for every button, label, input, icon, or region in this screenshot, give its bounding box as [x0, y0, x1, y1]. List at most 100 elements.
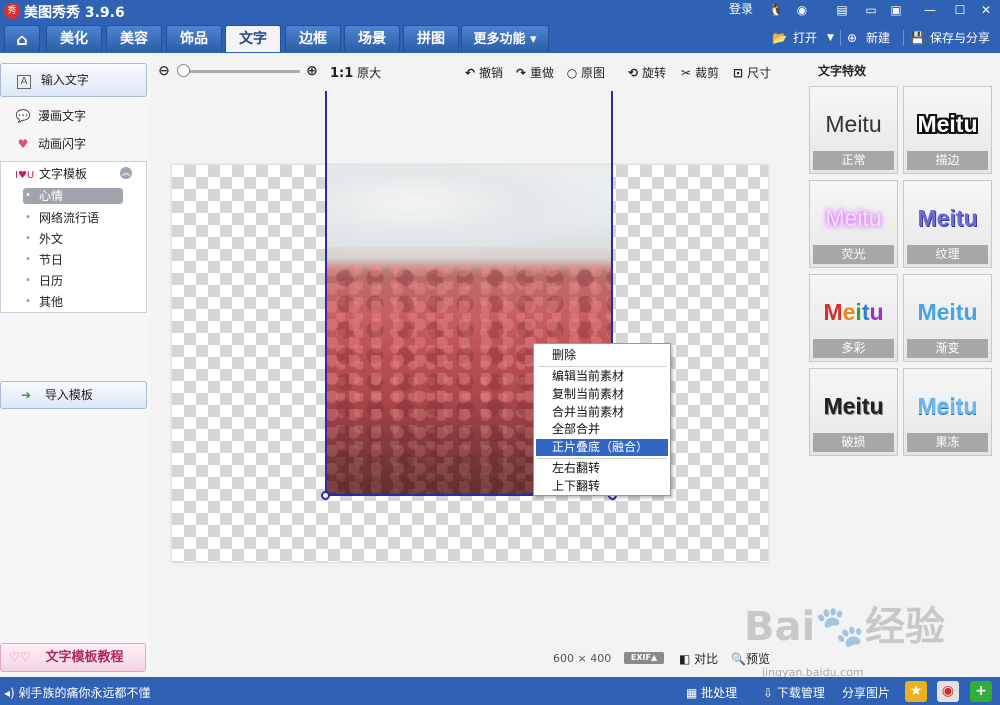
tab-home[interactable]: ⌂: [4, 25, 40, 52]
size-button[interactable]: ⊡ 尺寸: [730, 64, 771, 81]
effect-jelly[interactable]: Meitu 果冻: [903, 368, 992, 456]
maximize-button[interactable]: ☐: [947, 0, 973, 20]
resize-handle-bottom-left[interactable]: [321, 491, 330, 500]
menu-item-merge-material[interactable]: 合并当前素材: [536, 404, 668, 421]
new-button[interactable]: 新建: [866, 27, 890, 49]
effect-gradient[interactable]: Meitu 渐变: [903, 274, 992, 362]
tab-face[interactable]: 美容: [106, 25, 162, 52]
flash-heart-icon: ♥: [17, 137, 29, 151]
template-header-label: 文字模板: [39, 167, 88, 181]
effect-colorful[interactable]: Meitu 多彩: [809, 274, 898, 362]
text-template-tutorial-button[interactable]: ♡♡ 文字模板教程: [0, 643, 146, 672]
menu-item-copy-material[interactable]: 复制当前素材: [536, 386, 668, 403]
settings-icon[interactable]: ▣: [887, 1, 905, 19]
compare-button[interactable]: ◧ 对比: [679, 650, 718, 667]
tab-frames[interactable]: 边框: [285, 25, 341, 52]
login-link[interactable]: 登录: [729, 0, 753, 17]
effect-broken[interactable]: Meitu 破损: [809, 368, 898, 456]
input-text-button[interactable]: A 输入文字: [0, 63, 147, 97]
collapse-icon[interactable]: ︽: [120, 167, 132, 179]
effect-texture[interactable]: Meitu 纹理: [903, 180, 992, 268]
open-dropdown-icon[interactable]: ▼: [827, 27, 834, 49]
open-icon: 📂: [772, 31, 787, 45]
batch-process-button[interactable]: ▦ 批处理: [686, 684, 737, 701]
menu-separator: [538, 458, 666, 459]
actual-size-button[interactable]: 1:1 原大: [330, 64, 381, 81]
circle-icon: ○: [566, 66, 578, 80]
i-love-you-icon: I♥U: [15, 170, 35, 181]
menu-item-flip-horizontal[interactable]: 左右翻转: [536, 460, 668, 477]
undo-button[interactable]: ↶ 撤销: [462, 64, 503, 81]
download-icon: ⇩: [763, 686, 774, 700]
template-category-calendar[interactable]: 日历: [23, 272, 123, 293]
effect-stroke[interactable]: Meitu 描边: [903, 86, 992, 174]
toolbar-divider: [903, 30, 904, 46]
download-label: 下载管理: [776, 686, 825, 700]
image-toolbar: ⊖ ⊕ 1:1 原大 ↶ 撤销 ↷ 重做 ○ 原图 ⟲ 旋转 ✂ 裁剪 ⊡ 尺寸: [150, 53, 805, 91]
weibo-share-icon[interactable]: ◉: [937, 681, 959, 702]
image-size-readout: 600 × 400: [553, 652, 612, 665]
tab-collage[interactable]: 拼图: [403, 25, 459, 52]
tab-decorations[interactable]: 饰品: [166, 25, 222, 52]
template-category-list: 心情 网络流行语 外文 节日 日历 其他: [23, 188, 123, 314]
redo-button[interactable]: ↷ 重做: [513, 64, 554, 81]
menu-item-edit-material[interactable]: 编辑当前素材: [536, 368, 668, 385]
import-template-button[interactable]: ➜ 导入模板: [0, 381, 147, 409]
effect-sample-text: Meitu: [917, 299, 978, 325]
new-icon: ⊕: [847, 31, 858, 45]
import-icon: ➜: [20, 388, 32, 402]
template-category-other[interactable]: 其他: [23, 293, 123, 314]
download-manager-button[interactable]: ⇩ 下载管理: [763, 684, 825, 701]
menu-separator: [538, 366, 666, 367]
zoom-out-icon[interactable]: ⊖: [156, 63, 172, 79]
template-category-foreign[interactable]: 外文: [23, 230, 123, 251]
zoom-slider-track[interactable]: [178, 70, 300, 73]
rotate-button[interactable]: ⟲ 旋转: [625, 64, 666, 81]
menu-item-merge-all[interactable]: 全部合并: [536, 421, 668, 438]
menu-item-flip-vertical[interactable]: 上下翻转: [536, 478, 668, 495]
close-button[interactable]: ✕: [973, 0, 999, 20]
effect-sample-text: Meitu: [917, 205, 978, 231]
speaker-icon: ◂): [4, 686, 15, 700]
tab-text[interactable]: 文字: [225, 25, 281, 52]
effect-sample-text: Meitu: [825, 205, 882, 231]
menu-item-delete[interactable]: 删除: [536, 347, 668, 364]
zoom-slider-handle[interactable]: [177, 64, 190, 77]
save-share-button[interactable]: 保存与分享: [930, 27, 990, 49]
redo-icon: ↷: [515, 66, 527, 80]
effect-sample-text: Meitu: [917, 393, 978, 419]
effect-label: 多彩: [813, 339, 894, 358]
exif-button[interactable]: EXIF▲: [624, 652, 664, 664]
add-share-icon[interactable]: +: [970, 681, 992, 702]
share-image-button[interactable]: 分享图片: [842, 684, 890, 701]
compare-icon: ◧: [679, 652, 691, 666]
zoom-in-icon[interactable]: ⊕: [304, 63, 320, 79]
effect-normal[interactable]: Meitu 正常: [809, 86, 898, 174]
skin-icon[interactable]: ▤: [833, 1, 851, 19]
tab-more-features[interactable]: 更多功能 ▾: [461, 25, 549, 52]
template-category-holiday[interactable]: 节日: [23, 251, 123, 272]
template-category-slang[interactable]: 网络流行语: [23, 209, 123, 230]
crop-button[interactable]: ✂ 裁剪: [678, 64, 719, 81]
menu-item-multiply-blend[interactable]: 正片叠底（融合）: [536, 439, 668, 456]
status-bar: ◂) 剁手族的痛你永远都不懂 ▦ 批处理 ⇩ 下载管理 分享图片 ★ ◉ +: [0, 677, 1000, 705]
weibo-icon[interactable]: ◉: [793, 1, 811, 19]
status-marquee-text: 剁手族的痛你永远都不懂: [18, 686, 151, 700]
tab-scenes[interactable]: 场景: [344, 25, 400, 52]
status-marquee: ◂) 剁手族的痛你永远都不懂: [4, 684, 151, 701]
template-category-mood[interactable]: 心情: [23, 188, 123, 204]
star-icon[interactable]: ★: [905, 681, 927, 702]
feedback-icon[interactable]: ▭: [862, 1, 880, 19]
qq-icon[interactable]: 🐧: [767, 1, 785, 19]
tab-beautify[interactable]: 美化: [46, 25, 102, 52]
text-effects-title: 文字特效: [818, 64, 867, 78]
compare-label: 对比: [694, 652, 719, 666]
comic-text-item[interactable]: 💬 漫画文字: [14, 107, 87, 125]
resize-icon: ⊡: [732, 66, 744, 80]
effect-glow[interactable]: Meitu 荧光: [809, 180, 898, 268]
animated-text-item[interactable]: ♥ 动画闪字: [14, 135, 86, 153]
effect-label: 果冻: [907, 433, 988, 452]
original-button[interactable]: ○ 原图: [564, 64, 605, 81]
minimize-button[interactable]: —: [917, 0, 943, 20]
open-button[interactable]: 打开: [793, 27, 817, 49]
